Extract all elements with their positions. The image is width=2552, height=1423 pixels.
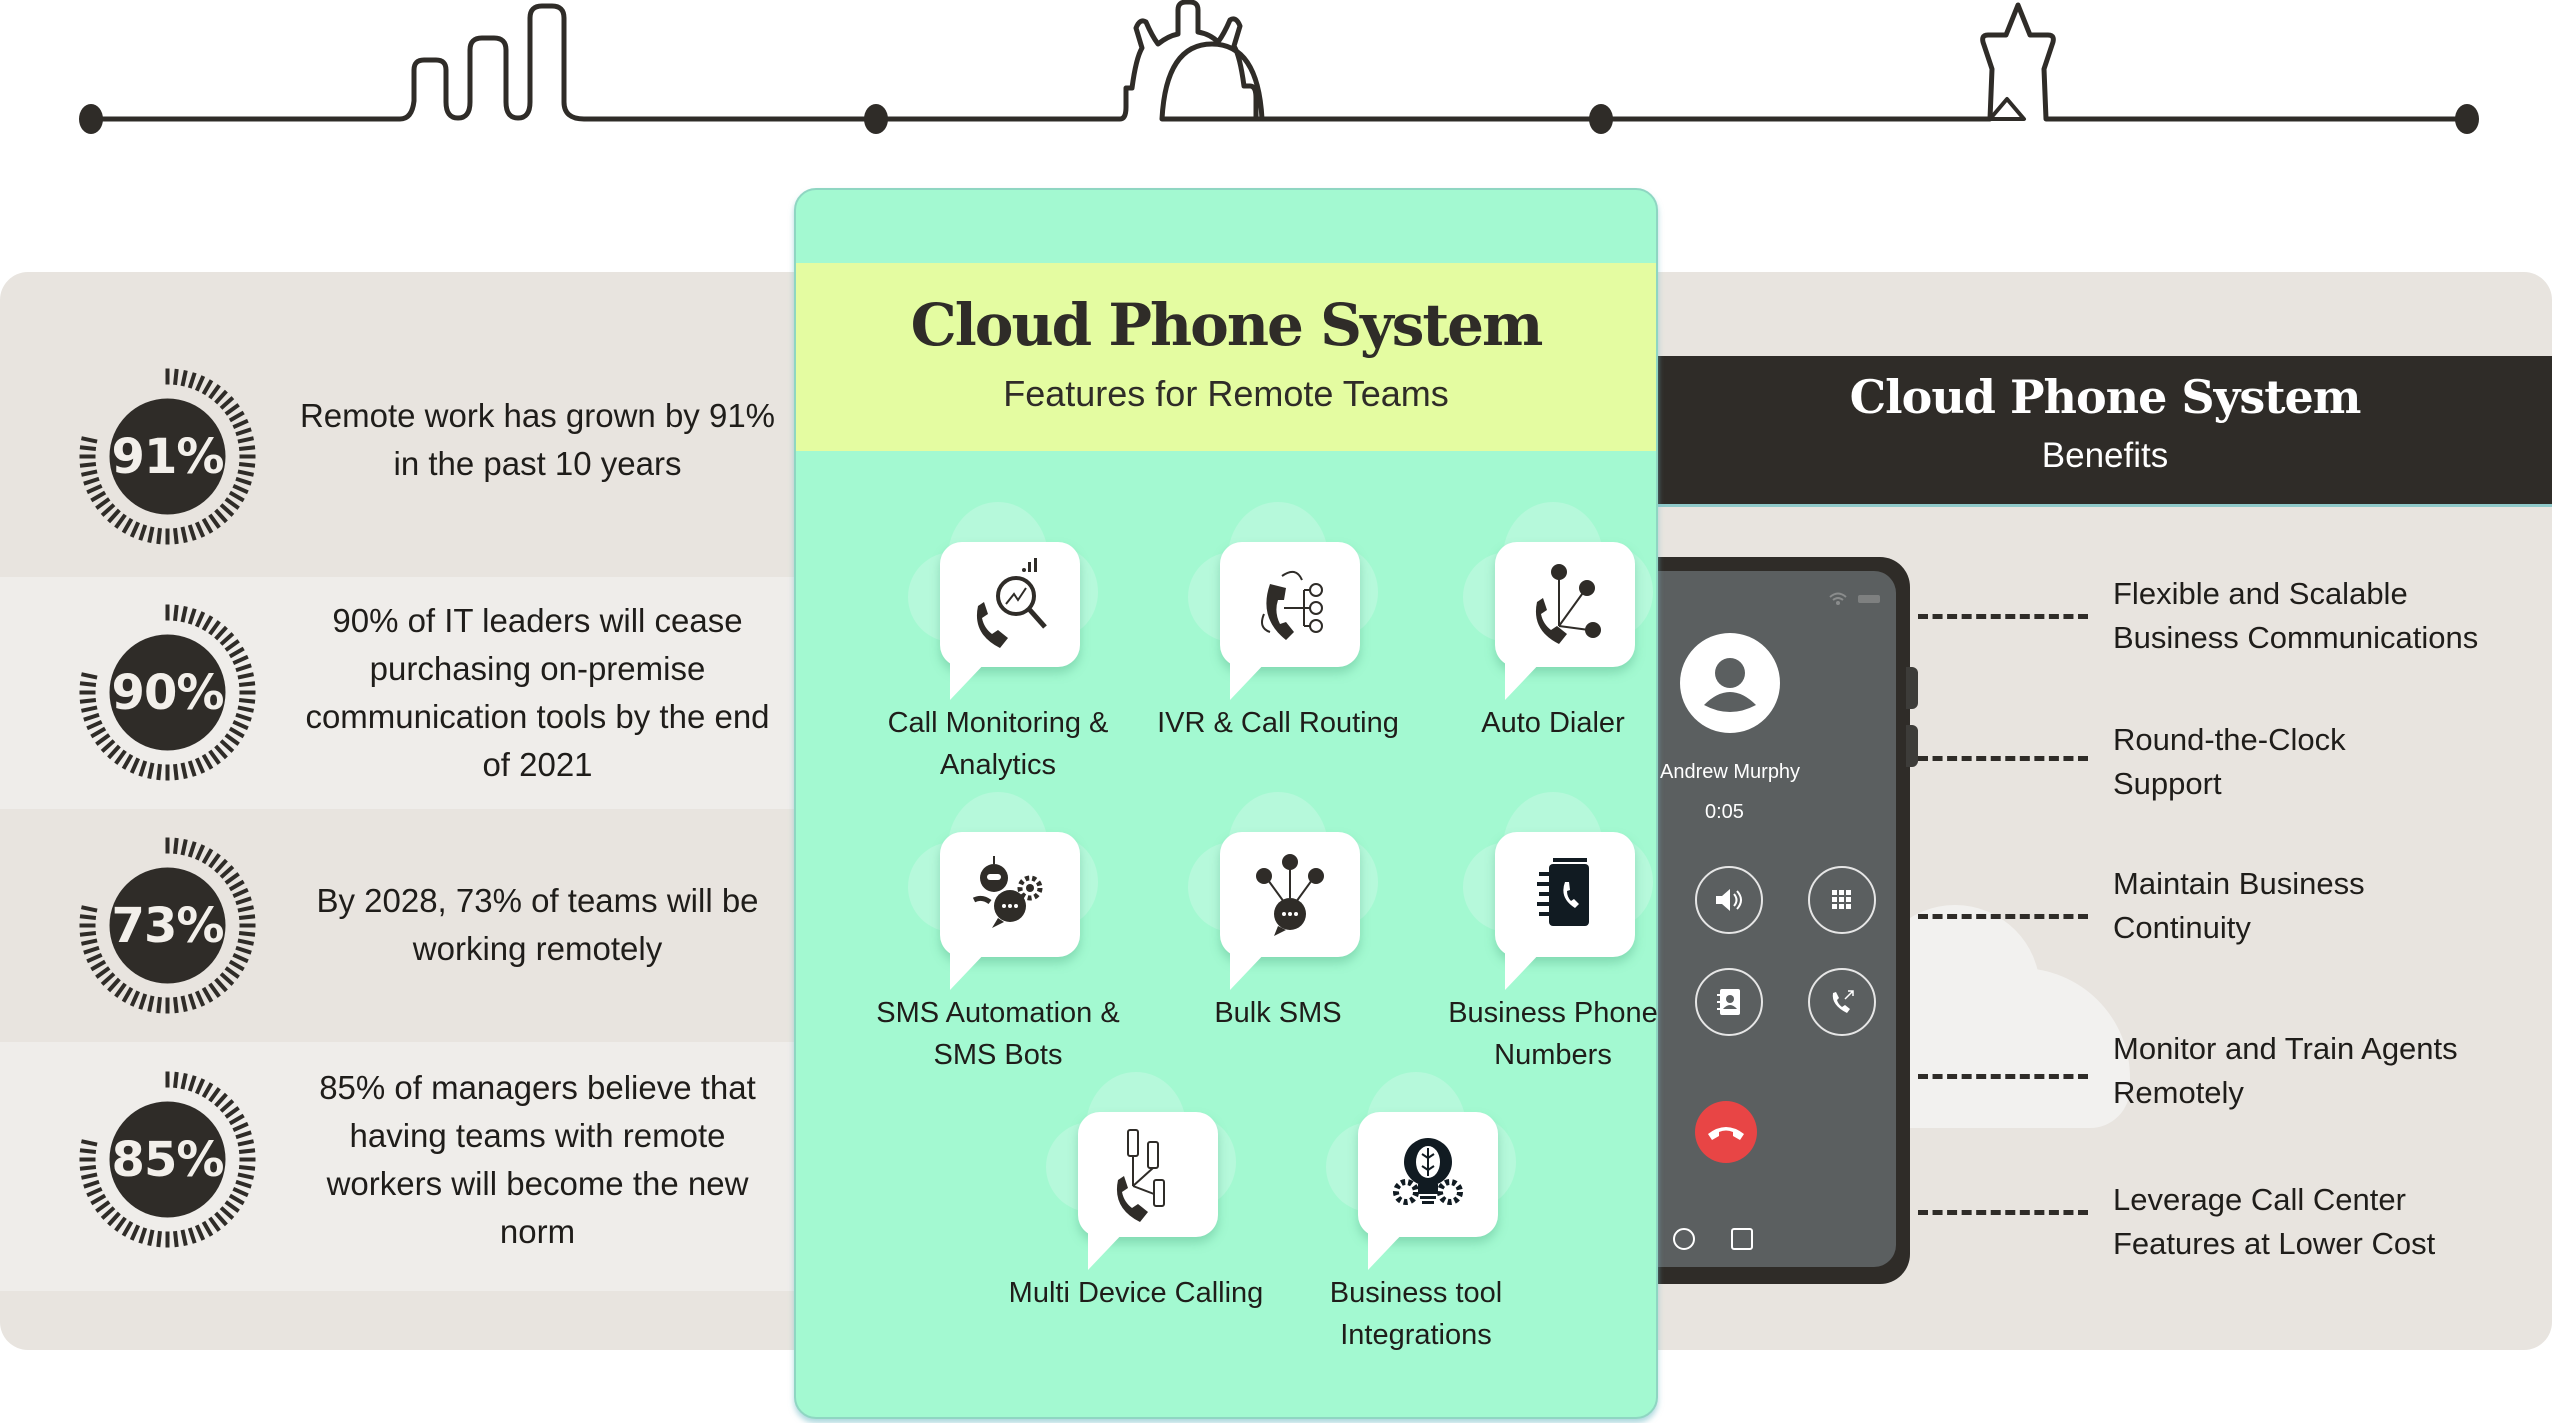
speech-bubble bbox=[1078, 1112, 1218, 1270]
speech-bubble bbox=[1220, 542, 1360, 700]
timeline-dot bbox=[79, 104, 103, 134]
feature-label: Multi Device Calling bbox=[1008, 1277, 1264, 1309]
timeline-line bbox=[91, 0, 2467, 122]
benefits-header: Cloud Phone System Benefits bbox=[1658, 356, 2552, 507]
call-analytics-icon bbox=[976, 558, 1047, 648]
benefits-subtitle: Benefits bbox=[2041, 436, 2169, 475]
call-timer: 0:05 bbox=[1705, 801, 1744, 823]
features-header: Cloud Phone System Features for Remote T… bbox=[796, 263, 1656, 451]
contacts-button[interactable] bbox=[1695, 968, 1763, 1036]
stat-value: 91% bbox=[111, 428, 225, 485]
status-bar-icons bbox=[1829, 592, 1880, 605]
speech-bubble bbox=[940, 832, 1080, 990]
stat-ring: 90% bbox=[75, 600, 260, 785]
feature-label: Auto Dialer bbox=[1481, 707, 1625, 739]
speech-bubble bbox=[940, 542, 1080, 700]
timeline-dot bbox=[864, 104, 888, 134]
features-subtitle: Features for Remote Teams bbox=[1003, 373, 1449, 414]
feature-label: Business tool Integrations bbox=[1329, 1277, 1503, 1351]
connector-line bbox=[1918, 614, 2088, 619]
stat-row: 85% 85% of managers believe that having … bbox=[0, 1042, 820, 1291]
benefit-item: Round-the-Clock Support bbox=[2113, 722, 2346, 801]
auto-dialer-icon bbox=[1535, 564, 1601, 644]
features-title: Cloud Phone System bbox=[910, 291, 1544, 359]
feature-label: SMS Automation & SMS Bots bbox=[876, 997, 1120, 1071]
caller-name: Andrew Murphy bbox=[1660, 761, 1801, 783]
connector-line bbox=[1918, 1210, 2088, 1215]
speaker-button[interactable] bbox=[1695, 866, 1763, 934]
speech-bubble bbox=[1358, 1112, 1498, 1270]
sms-bot-icon bbox=[972, 856, 1043, 928]
user-icon bbox=[1704, 658, 1756, 712]
gear-arch bbox=[1159, 41, 1265, 122]
benefit-item: Maintain Business Continuity bbox=[2113, 866, 2365, 945]
stat-row: 91% Remote work has grown by 91% in the … bbox=[0, 272, 820, 577]
benefits-title: Cloud Phone System bbox=[1849, 370, 2362, 424]
contacts-icon bbox=[1717, 989, 1740, 1015]
stat-text: 90% of IT leaders will cease purchasing … bbox=[305, 602, 770, 783]
end-call-button[interactable] bbox=[1695, 1101, 1757, 1163]
connector-line bbox=[1918, 914, 2088, 919]
call-transfer-icon bbox=[1832, 990, 1854, 1013]
integration-bulb-icon bbox=[1393, 1138, 1463, 1205]
phone-side-button bbox=[1906, 725, 1918, 767]
multi-device-icon bbox=[1116, 1129, 1165, 1222]
stat-row: 90% 90% of IT leaders will cease purchas… bbox=[0, 577, 820, 809]
stat-text: By 2028, 73% of teams will be working re… bbox=[316, 882, 759, 967]
timeline bbox=[79, 0, 2479, 134]
features-card: Cloud Phone System Features for Remote T… bbox=[794, 188, 1658, 1419]
speech-bubble bbox=[1495, 832, 1635, 990]
feature-label: IVR & Call Routing bbox=[1157, 707, 1399, 739]
nav-home-icon[interactable] bbox=[1672, 1227, 1696, 1251]
connector-line bbox=[1918, 1074, 2088, 1079]
stat-text: Remote work has grown by 91% in the past… bbox=[299, 397, 776, 482]
stat-ring: 91% bbox=[75, 364, 260, 549]
stat-ring: 85% bbox=[75, 1067, 260, 1252]
stat-ring: 73% bbox=[75, 833, 260, 1018]
stat-value: 73% bbox=[111, 897, 225, 954]
call-routing-icon bbox=[1261, 570, 1323, 640]
stat-value: 85% bbox=[111, 1131, 225, 1188]
hang-up-icon bbox=[1708, 1127, 1744, 1140]
connector-line bbox=[1918, 756, 2088, 761]
timeline-dot bbox=[1589, 104, 1613, 134]
benefit-item: Leverage Call Center Features at Lower C… bbox=[2113, 1182, 2436, 1261]
stats-panel: 91% Remote work has grown by 91% in the … bbox=[0, 272, 820, 1350]
keypad-button[interactable] bbox=[1808, 866, 1876, 934]
transfer-call-button[interactable] bbox=[1808, 968, 1876, 1036]
speech-bubble bbox=[1220, 832, 1360, 990]
benefit-item: Flexible and Scalable Business Communica… bbox=[2113, 576, 2479, 655]
stat-text: 85% of managers believe that having team… bbox=[319, 1069, 756, 1250]
benefit-item: Monitor and Train Agents Remotely bbox=[2113, 1031, 2458, 1110]
nav-recents-icon[interactable] bbox=[1730, 1227, 1754, 1251]
stat-value: 90% bbox=[111, 664, 225, 721]
bulk-sms-icon bbox=[1256, 854, 1324, 936]
phone-book-icon bbox=[1537, 858, 1589, 926]
feature-label: Bulk SMS bbox=[1214, 997, 1342, 1029]
speaker-icon bbox=[1716, 889, 1742, 911]
star-base bbox=[1988, 97, 2026, 121]
phone-side-button bbox=[1906, 667, 1918, 709]
feature-label: Business Phone Numbers bbox=[1448, 997, 1658, 1071]
feature-label: Call Monitoring & Analytics bbox=[887, 707, 1109, 781]
keypad-icon bbox=[1832, 890, 1851, 909]
speech-bubble bbox=[1495, 542, 1635, 700]
timeline-dot bbox=[2455, 104, 2479, 134]
stat-row: 73% By 2028, 73% of teams will be workin… bbox=[0, 809, 820, 1042]
caller-avatar bbox=[1680, 633, 1780, 733]
